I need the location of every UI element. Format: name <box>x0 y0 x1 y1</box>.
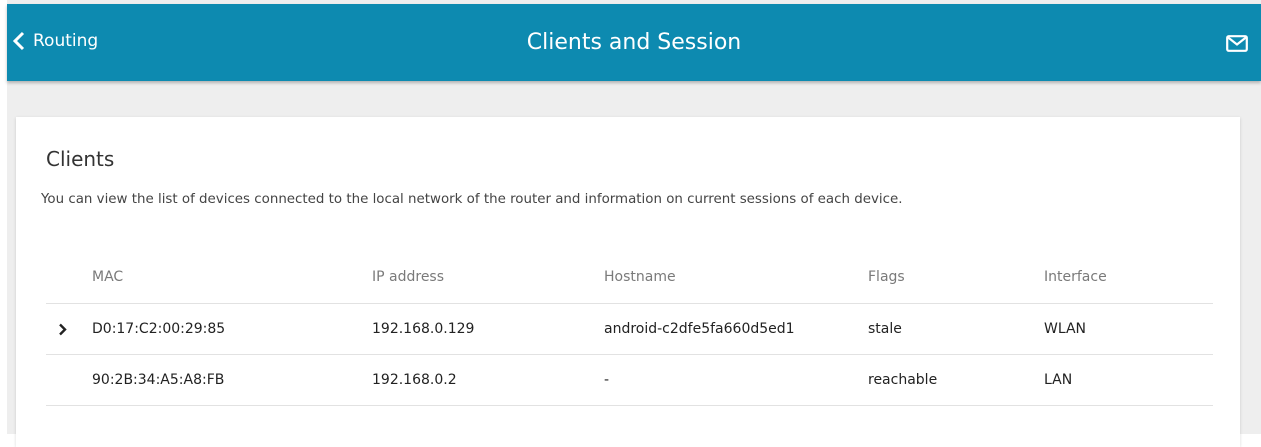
column-header-mac: MAC <box>92 269 124 285</box>
column-header-flags: Flags <box>868 269 905 285</box>
table-row[interactable]: D0:17:C2:00:29:85 192.168.0.129 android-… <box>46 304 1213 355</box>
section-description: You can view the list of devices connect… <box>41 192 903 207</box>
cell-hostname: - <box>604 372 610 388</box>
top-header: Routing Clients and Session <box>7 4 1261 81</box>
cell-mac: D0:17:C2:00:29:85 <box>92 321 226 337</box>
cell-ip-address: 192.168.0.2 <box>372 372 457 388</box>
mail-icon[interactable] <box>1226 35 1248 56</box>
cell-mac: 90:2B:34:A5:A8:FB <box>92 372 225 388</box>
chevron-right-icon[interactable] <box>58 323 67 340</box>
cell-flags: reachable <box>868 372 938 388</box>
cell-interface: WLAN <box>1044 321 1087 337</box>
clients-table: MAC IP address Hostname Flags Interface … <box>46 257 1213 406</box>
cell-flags: stale <box>868 321 902 337</box>
section-title: Clients <box>46 147 115 171</box>
table-header-row: MAC IP address Hostname Flags Interface <box>46 257 1213 304</box>
column-header-hostname: Hostname <box>604 269 676 285</box>
column-header-ip-address: IP address <box>372 269 445 285</box>
page-title: Clients and Session <box>526 30 742 55</box>
cell-hostname: android-c2dfe5fa660d5ed1 <box>604 321 795 337</box>
clients-card: Clients You can view the list of devices… <box>16 117 1240 447</box>
cell-interface: LAN <box>1044 372 1073 388</box>
table-row[interactable]: 90:2B:34:A5:A8:FB 192.168.0.2 - reachabl… <box>46 355 1213 406</box>
column-header-interface: Interface <box>1044 269 1107 285</box>
app-frame: Routing Clients and Session Clients You … <box>7 0 1261 447</box>
cell-ip-address: 192.168.0.129 <box>372 321 475 337</box>
